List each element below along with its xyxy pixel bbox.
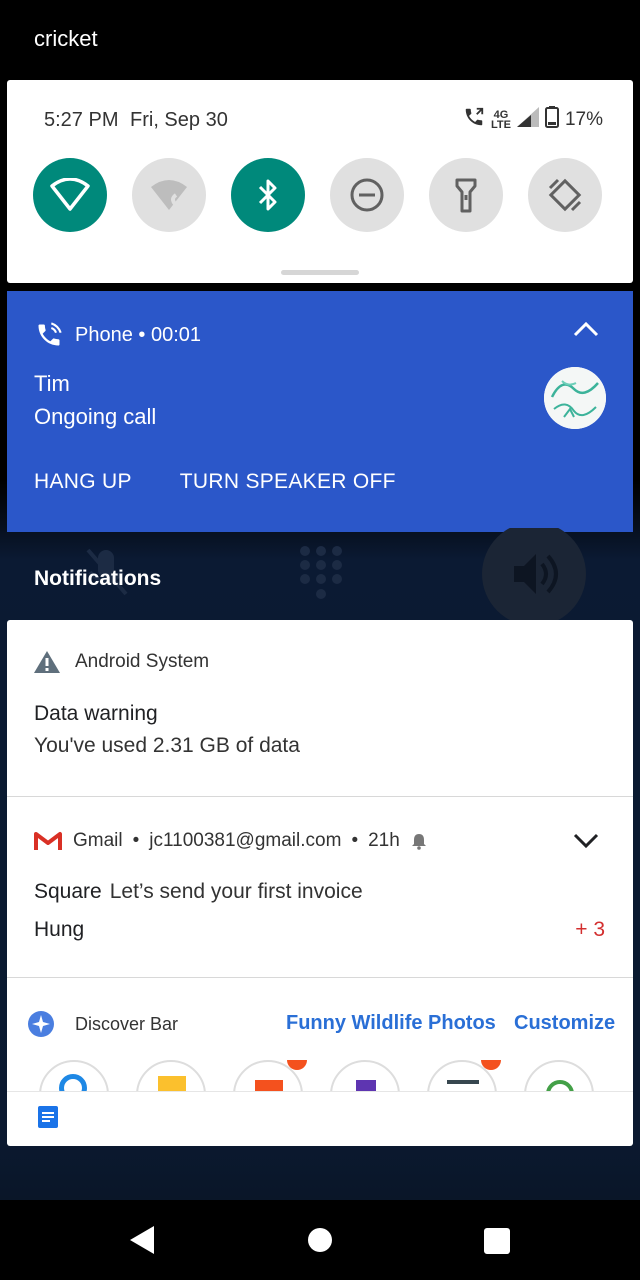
- customize-link[interactable]: Customize: [514, 1012, 615, 1035]
- wifi-icon: [50, 178, 90, 211]
- caller-avatar: [544, 367, 606, 429]
- call-notification[interactable]: Phone • 00:01 Tim Ongoing call HANG UP T…: [7, 291, 633, 532]
- app-name: Discover Bar: [75, 1013, 179, 1034]
- home-button-icon[interactable]: [308, 1228, 332, 1252]
- app-shortcut[interactable]: [39, 1060, 109, 1092]
- app-shortcut[interactable]: [524, 1060, 594, 1092]
- email-subject: Let’s send your first invoice: [109, 880, 363, 903]
- quick-settings-tiles: [33, 158, 602, 232]
- notifications-section-label: Notifications: [34, 567, 162, 590]
- call-actions: HANG UP TURN SPEAKER OFF: [34, 470, 396, 494]
- auto-rotate-icon: [548, 178, 582, 212]
- call-app-name: Phone: [75, 323, 133, 346]
- date[interactable]: Fri, Sep 30: [130, 109, 228, 132]
- expand-handle[interactable]: [281, 270, 359, 275]
- quick-settings-panel: 5:27 PM Fri, Sep 30 4G LTE 17%: [7, 80, 633, 283]
- account-email: jc1100381@gmail.com: [149, 830, 342, 851]
- app-shortcut[interactable]: [136, 1060, 206, 1092]
- notification-header: Discover Bar: [27, 1010, 178, 1038]
- email-sender-2: Hung: [34, 918, 85, 941]
- navigation-bar: [0, 1200, 640, 1280]
- dialpad-icon: [300, 546, 342, 599]
- phone-in-talk-icon: [38, 322, 62, 346]
- call-active-icon: [463, 106, 485, 134]
- warning-icon: [34, 651, 60, 673]
- bluetooth-icon: [258, 179, 277, 211]
- call-duration: 00:01: [150, 323, 202, 346]
- back-button-icon[interactable]: [128, 1224, 156, 1256]
- notification-text: You've used 2.31 GB of data: [34, 734, 300, 757]
- android-system-notification[interactable]: Android System Data warning You've used …: [7, 620, 633, 797]
- call-notification-header: Phone • 00:01: [35, 321, 201, 349]
- mobile-data-off-icon: [151, 180, 187, 210]
- notes-icon[interactable]: [37, 1105, 59, 1129]
- discover-bar-icon: [28, 1011, 54, 1037]
- clock: 5:27 PM: [44, 109, 119, 131]
- app-shortcut[interactable]: [330, 1060, 400, 1092]
- collapse-chevron-icon[interactable]: [573, 321, 599, 342]
- battery-percent: 17%: [564, 109, 603, 130]
- caller-name: Tim: [34, 371, 70, 396]
- speaker-off-button[interactable]: TURN SPEAKER OFF: [180, 470, 396, 494]
- do-not-disturb-tile[interactable]: [330, 158, 404, 232]
- gmail-icon: [34, 832, 62, 850]
- status-icons: 4G LTE 17%: [463, 106, 603, 134]
- email-sender: Square: [34, 880, 102, 903]
- app-name: Android System: [75, 651, 210, 672]
- email-line: Square Let’s send your first invoice: [34, 880, 363, 904]
- speaker-icon: [482, 528, 586, 620]
- funny-wildlife-link[interactable]: Funny Wildlife Photos: [286, 1012, 496, 1035]
- do-not-disturb-icon: [350, 178, 384, 212]
- network-type-icon: 4G LTE: [491, 109, 511, 131]
- notification-age: 21h: [368, 830, 400, 851]
- carrier-label: cricket: [34, 26, 98, 51]
- recents-button-icon[interactable]: [484, 1228, 510, 1254]
- battery-icon: [544, 106, 559, 134]
- notification-title: Data warning: [34, 702, 158, 725]
- expand-chevron-icon[interactable]: [573, 833, 599, 854]
- call-status: Ongoing call: [34, 404, 157, 429]
- gmail-notification[interactable]: Gmail • jc1100381@gmail.com • 21h Square…: [7, 797, 633, 978]
- wifi-tile[interactable]: [33, 158, 107, 232]
- bluetooth-tile[interactable]: [231, 158, 305, 232]
- app-name: Gmail: [73, 830, 123, 851]
- flashlight-icon: [455, 178, 477, 213]
- discover-bar-notification[interactable]: Discover Bar Funny Wildlife Photos Custo…: [7, 978, 633, 1146]
- divider: [7, 1091, 633, 1092]
- auto-rotate-tile[interactable]: [528, 158, 602, 232]
- mobile-data-tile[interactable]: [132, 158, 206, 232]
- flashlight-tile[interactable]: [429, 158, 503, 232]
- signal-icon: [516, 107, 539, 133]
- app-shortcut-row: [39, 1060, 629, 1092]
- notification-header: Android System: [33, 650, 209, 674]
- alert-bell-icon: [411, 834, 426, 850]
- more-count-badge: + 3: [575, 918, 605, 941]
- notification-header: Gmail • jc1100381@gmail.com • 21h: [33, 830, 428, 852]
- notifications-list: Android System Data warning You've used …: [7, 620, 633, 1146]
- hang-up-button[interactable]: HANG UP: [34, 470, 132, 494]
